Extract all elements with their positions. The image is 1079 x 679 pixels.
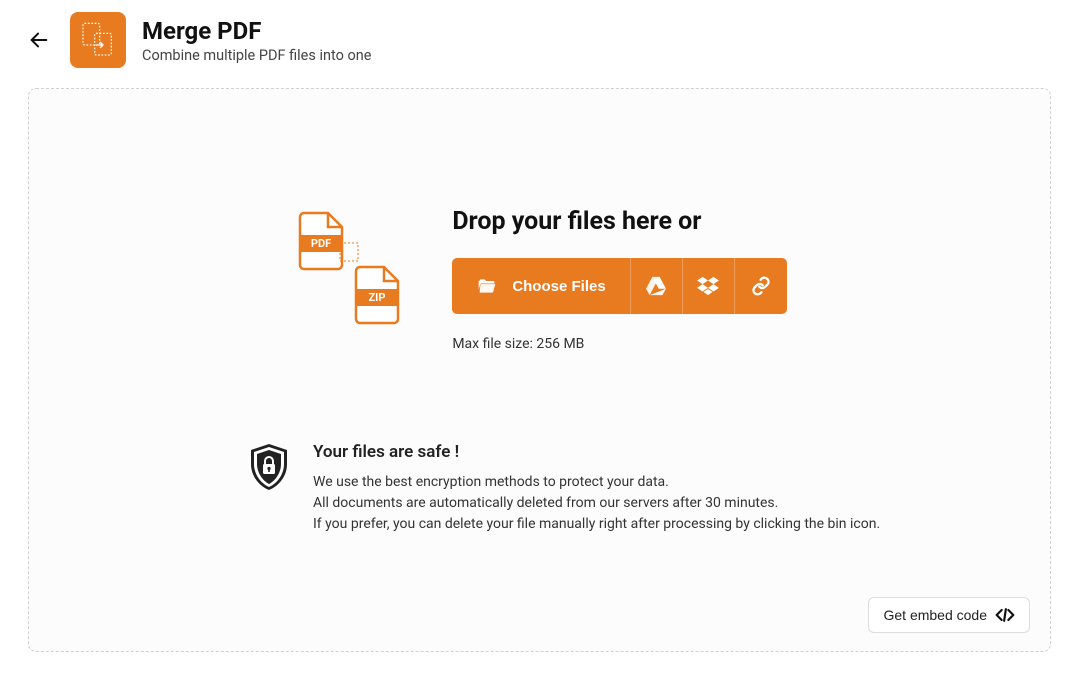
- drop-title: Drop your files here or: [452, 207, 786, 236]
- dropbox-icon: [697, 276, 719, 296]
- get-embed-code-button[interactable]: Get embed code: [868, 597, 1030, 633]
- safety-heading: Your files are safe !: [313, 442, 880, 462]
- max-file-size: Max file size: 256 MB: [452, 336, 786, 352]
- file-graphic: PDF ZIP: [292, 207, 412, 327]
- svg-text:PDF: PDF: [311, 237, 331, 250]
- safety-text: Your files are safe ! We use the best en…: [313, 442, 880, 535]
- back-button[interactable]: [24, 25, 54, 55]
- safety-section: Your files are safe ! We use the best en…: [29, 442, 1050, 535]
- safety-line-3: If you prefer, you can delete your file …: [313, 514, 880, 535]
- embed-label: Get embed code: [883, 607, 987, 623]
- safety-line-2: All documents are automatically deleted …: [313, 493, 880, 514]
- dropbox-button[interactable]: [683, 258, 735, 314]
- main-panel: PDF ZIP Drop your files here or Choose F…: [28, 88, 1051, 652]
- page-title: Merge PDF: [142, 17, 371, 45]
- code-icon: [995, 608, 1015, 622]
- svg-text:ZIP: ZIP: [369, 291, 386, 304]
- choose-files-label: Choose Files: [512, 278, 605, 295]
- shield-lock-icon: [247, 442, 291, 496]
- link-icon: [751, 276, 771, 296]
- merge-pdf-icon: [70, 12, 126, 68]
- header-text: Merge PDF Combine multiple PDF files int…: [142, 17, 371, 64]
- drop-actions: Drop your files here or Choose Files Max…: [452, 207, 786, 352]
- header: Merge PDF Combine multiple PDF files int…: [0, 0, 1079, 72]
- drop-area[interactable]: PDF ZIP Drop your files here or Choose F…: [29, 89, 1050, 352]
- choose-files-button[interactable]: Choose Files: [452, 258, 630, 314]
- safety-line-1: We use the best encryption methods to pr…: [313, 472, 880, 493]
- folder-open-icon: [476, 276, 498, 296]
- url-button[interactable]: [735, 258, 787, 314]
- arrow-left-icon: [28, 29, 50, 51]
- upload-button-row: Choose Files: [452, 258, 786, 314]
- google-drive-icon: [645, 276, 667, 296]
- google-drive-button[interactable]: [631, 258, 683, 314]
- page-subtitle: Combine multiple PDF files into one: [142, 47, 371, 64]
